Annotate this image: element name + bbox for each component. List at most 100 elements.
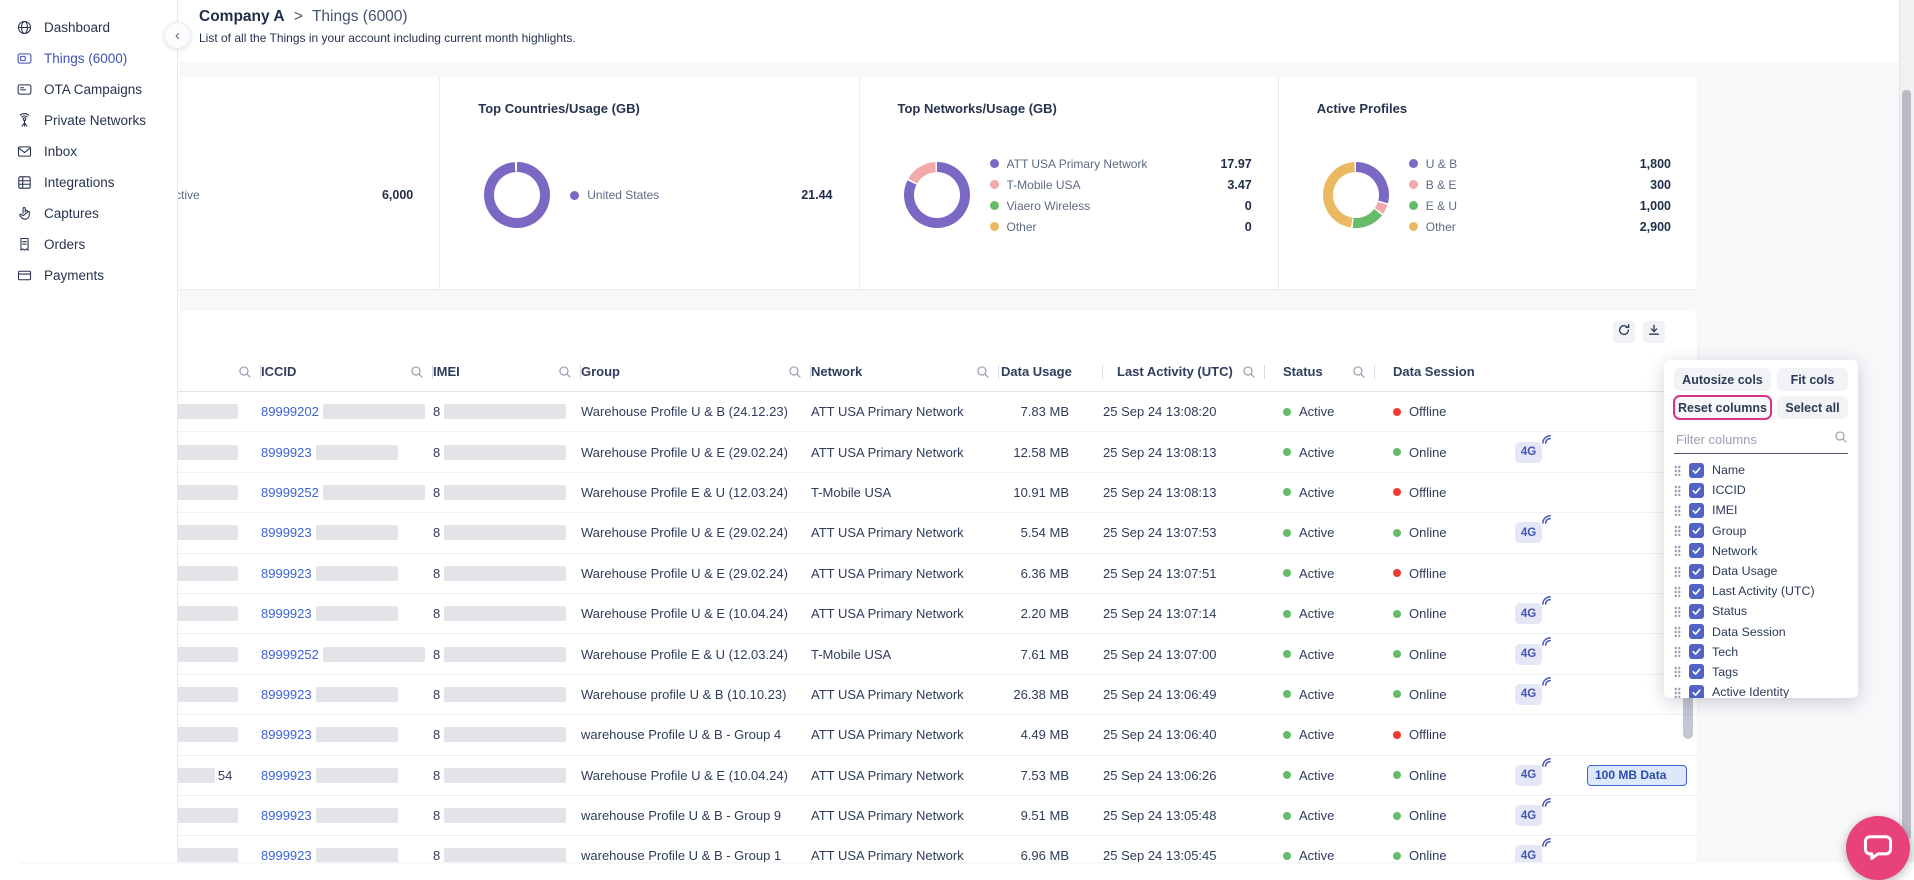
column-toggle-status[interactable]: Status: [1674, 601, 1848, 621]
drag-handle-icon[interactable]: [1674, 626, 1681, 638]
drag-handle-icon[interactable]: [1674, 484, 1681, 496]
sidebar-item-things[interactable]: Things (6000): [0, 43, 177, 74]
table-row[interactable]: ICCID 899954 8999923 8 Warehouse Profile…: [20, 756, 1697, 796]
checkbox-checked-icon[interactable]: [1689, 624, 1704, 640]
column-header-network[interactable]: Network: [811, 364, 862, 379]
sidebar-item-inbox[interactable]: Inbox: [0, 136, 177, 167]
fit-cols-button[interactable]: Fit cols: [1776, 368, 1848, 391]
search-icon[interactable]: [410, 365, 424, 379]
column-toggle-active-identity[interactable]: Active Identity: [1674, 682, 1848, 698]
iccid-cell: 8999923: [261, 606, 433, 622]
iccid-link[interactable]: 8999923: [261, 445, 312, 460]
iccid-link[interactable]: 89999252: [261, 485, 319, 500]
iccid-link[interactable]: 8999923: [261, 727, 312, 742]
iccid-link[interactable]: 8999923: [261, 848, 312, 862]
checkbox-checked-icon[interactable]: [1689, 684, 1704, 698]
search-icon[interactable]: [976, 365, 990, 379]
drag-handle-icon[interactable]: [1674, 464, 1681, 476]
column-header-data-session[interactable]: Data Session: [1393, 364, 1475, 379]
column-toggle-data-session[interactable]: Data Session: [1674, 622, 1848, 642]
search-icon[interactable]: [558, 365, 572, 379]
table-row[interactable]: ICCID 899 8999923 8 warehouse Profile U …: [20, 796, 1697, 837]
column-toggle-imei[interactable]: IMEI: [1674, 500, 1848, 520]
sidebar-item-captures[interactable]: Captures: [0, 198, 177, 229]
drag-handle-icon[interactable]: [1674, 585, 1681, 597]
drag-handle-icon[interactable]: [1674, 504, 1681, 516]
checkbox-checked-icon[interactable]: [1689, 543, 1704, 559]
reset-columns-button[interactable]: Reset columns: [1673, 395, 1772, 420]
search-icon[interactable]: [1242, 365, 1256, 379]
checkbox-checked-icon[interactable]: [1689, 563, 1704, 579]
group-cell: Warehouse Profile U & E (29.02.24): [581, 444, 788, 460]
checkbox-checked-icon[interactable]: [1689, 603, 1704, 619]
iccid-link[interactable]: 8999923: [261, 566, 312, 581]
table-row[interactable]: ICCID 899 8999923 8 Warehouse Profile U …: [20, 432, 1697, 473]
page-scrollbar-thumb[interactable]: [1902, 90, 1911, 840]
drag-handle-icon[interactable]: [1674, 565, 1681, 577]
refresh-button[interactable]: [1613, 320, 1635, 343]
column-toggle-iccid[interactable]: ICCID: [1674, 480, 1848, 500]
iccid-link[interactable]: 8999923: [261, 606, 312, 621]
autosize-cols-button[interactable]: Autosize cols: [1674, 368, 1771, 391]
iccid-link[interactable]: 8999923: [261, 768, 312, 783]
table-row[interactable]: ICCID 899 8999923 8 Warehouse profile U …: [20, 675, 1697, 716]
checkbox-checked-icon[interactable]: [1689, 664, 1704, 680]
drag-handle-icon[interactable]: [1674, 545, 1681, 557]
column-header-last-activity[interactable]: Last Activity (UTC): [1117, 364, 1233, 379]
table-row[interactable]: ICCID 899 8999923 8 Warehouse Profile U …: [20, 594, 1697, 635]
column-toggle-group[interactable]: Group: [1674, 521, 1848, 541]
search-icon[interactable]: [1352, 365, 1366, 379]
checkbox-checked-icon[interactable]: [1689, 644, 1704, 660]
iccid-link[interactable]: 89999202: [261, 404, 319, 419]
sidebar-item-private-networks[interactable]: Private Networks: [0, 105, 177, 136]
column-toggle-last-activity-utc[interactable]: Last Activity (UTC): [1674, 581, 1848, 601]
sidebar-collapse-button[interactable]: ‹: [164, 22, 191, 49]
sidebar-item-ota-campaigns[interactable]: OTA Campaigns: [0, 74, 177, 105]
iccid-link[interactable]: 8999923: [261, 808, 312, 823]
checkbox-checked-icon[interactable]: [1689, 523, 1704, 539]
drag-handle-icon[interactable]: [1674, 646, 1681, 658]
checkbox-checked-icon[interactable]: [1689, 502, 1704, 518]
checkbox-checked-icon[interactable]: [1689, 583, 1704, 599]
sidebar-item-payments[interactable]: Payments: [0, 260, 177, 291]
checkbox-checked-icon[interactable]: [1689, 482, 1704, 498]
table-row[interactable]: ICCID 899 8999923 8 warehouse Profile U …: [20, 836, 1697, 862]
table-row[interactable]: ICCID 899 89999252 8 Warehouse Profile E…: [20, 634, 1697, 675]
column-header-status[interactable]: Status: [1283, 364, 1323, 379]
column-toggle-name[interactable]: Name: [1674, 460, 1848, 480]
iccid-link[interactable]: 89999252: [261, 647, 319, 662]
column-toggle-tech[interactable]: Tech: [1674, 642, 1848, 662]
data-plan-badge[interactable]: 100 MB Data: [1587, 764, 1687, 786]
sidebar-item-orders[interactable]: Orders: [0, 229, 177, 260]
search-icon[interactable]: [238, 365, 252, 379]
table-row[interactable]: ICCID 899 8999923 8 Warehouse Profile U …: [20, 554, 1697, 594]
drag-handle-icon[interactable]: [1674, 686, 1681, 698]
drag-handle-icon[interactable]: [1674, 525, 1681, 537]
column-toggle-tags[interactable]: Tags: [1674, 662, 1848, 682]
search-icon[interactable]: [788, 365, 802, 379]
page-scrollbar[interactable]: [1899, 0, 1914, 862]
filter-columns-input[interactable]: [1674, 431, 1834, 448]
table-row[interactable]: ICCID 899 8999923 8 Warehouse Profile U …: [20, 513, 1697, 554]
select-all-button[interactable]: Select all: [1776, 396, 1848, 419]
column-toggle-data-usage[interactable]: Data Usage: [1674, 561, 1848, 581]
last-activity-cell: 25 Sep 24 13:05:45: [1103, 848, 1217, 862]
iccid-link[interactable]: 8999923: [261, 687, 312, 702]
drag-handle-icon[interactable]: [1674, 666, 1681, 678]
column-header-data-usage[interactable]: Data Usage: [1001, 364, 1072, 379]
column-header-imei[interactable]: IMEI: [433, 364, 460, 379]
column-header-iccid[interactable]: ICCID: [261, 364, 296, 379]
breadcrumb-company[interactable]: Company A: [199, 8, 285, 25]
column-toggle-network[interactable]: Network: [1674, 541, 1848, 561]
sidebar-item-integrations[interactable]: Integrations: [0, 167, 177, 198]
column-header-group[interactable]: Group: [581, 364, 620, 379]
drag-handle-icon[interactable]: [1674, 605, 1681, 617]
table-row[interactable]: ICCID 899 89999252 8 Warehouse Profile E…: [20, 473, 1697, 514]
table-row[interactable]: ICCID 899 8999923 8 warehouse Profile U …: [20, 715, 1697, 756]
sidebar-item-dashboard[interactable]: Dashboard: [0, 12, 177, 43]
chat-launcher-button[interactable]: [1846, 816, 1910, 880]
checkbox-checked-icon[interactable]: [1689, 462, 1704, 478]
table-row[interactable]: ICCID 899 89999202 8 Warehouse Profile U…: [20, 392, 1697, 433]
iccid-link[interactable]: 8999923: [261, 525, 312, 540]
download-button[interactable]: [1643, 320, 1665, 343]
